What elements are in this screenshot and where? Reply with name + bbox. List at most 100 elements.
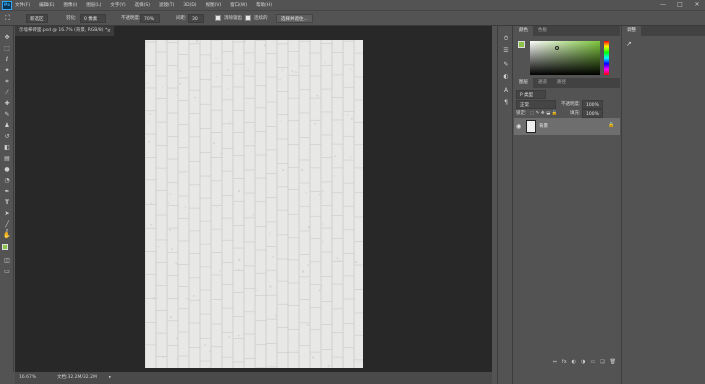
zoom-level[interactable]: 16.67% — [19, 372, 36, 384]
delete-layer-icon[interactable]: 🗑 — [610, 357, 616, 367]
status-menu-arrow-icon[interactable]: ▸ — [109, 372, 111, 384]
white-brick-wall-image — [145, 40, 363, 368]
color-panel-tabs: 颜色 色板 — [514, 26, 620, 36]
edit-toolbar-icon[interactable]: ··· — [2, 233, 12, 242]
add-mask-icon[interactable]: ◐ — [572, 357, 576, 367]
menu-window[interactable]: 窗口(W) — [230, 2, 247, 8]
pen-tool-icon[interactable]: ✒ — [2, 187, 12, 196]
color-picker-cursor[interactable] — [555, 46, 559, 50]
clone-stamp-tool-icon[interactable]: ♟ — [2, 121, 12, 130]
magic-wand-tool-icon[interactable]: ✦ — [2, 66, 12, 75]
properties-panel-icon[interactable]: ☰ — [501, 46, 511, 55]
menu-file[interactable]: 文件(F) — [15, 2, 30, 8]
path-selection-tool-icon[interactable]: ➤ — [2, 209, 12, 218]
opacity-label: 不透明度: — [121, 16, 141, 21]
blur-tool-icon[interactable]: ● — [2, 165, 12, 174]
menu-layer[interactable]: 图层(L) — [86, 2, 101, 8]
maximize-button[interactable]: □ — [676, 1, 684, 9]
contiguous-label: 连续的 — [254, 16, 268, 21]
spacing-input[interactable]: 30 — [188, 14, 204, 23]
menu-bar: Ps 文件(F) 编辑(E) 图像(I) 图层(L) 文字(Y) 选择(S) 滤… — [0, 0, 705, 10]
contiguous-checkbox[interactable] — [245, 15, 251, 21]
photoshop-logo: Ps — [2, 0, 12, 10]
anti-alias-label: 消除锯齿 — [224, 16, 242, 21]
new-layer-icon[interactable]: ❏ — [600, 357, 604, 367]
paragraph-panel-icon[interactable]: ¶ — [501, 98, 511, 107]
layer-kind-filter[interactable]: P 类型 — [516, 90, 546, 99]
menu-view[interactable]: 视图(V) — [206, 2, 222, 8]
menu-filter[interactable]: 滤镜(T) — [159, 2, 174, 8]
visibility-eye-icon[interactable]: ◉ — [516, 123, 521, 130]
menu-help[interactable]: 帮助(H) — [256, 2, 272, 8]
document-size-info: 文档:32.2M/32.2M — [57, 375, 97, 380]
new-group-icon[interactable]: ▭ — [590, 357, 595, 367]
menu-edit[interactable]: 编辑(E) — [39, 2, 54, 8]
screen-mode-icon[interactable]: ▭ — [2, 267, 12, 276]
hue-slider[interactable] — [604, 41, 609, 75]
tool-preset-icon[interactable]: ⛶ — [5, 14, 10, 23]
tab-swatches[interactable]: 色板 — [533, 26, 552, 36]
move-tool-icon[interactable]: ✥ — [2, 33, 12, 42]
select-and-mask-button[interactable]: 选择并遮住... — [276, 14, 313, 23]
tab-channels[interactable]: 通道 — [533, 78, 552, 88]
layer-opacity-input[interactable]: 100% — [582, 100, 603, 109]
layer-thumbnail — [526, 120, 536, 133]
layer-style-icon[interactable]: fx — [562, 357, 567, 367]
adjustment-layer-icon[interactable]: ◑ — [581, 357, 585, 367]
eraser-tool-icon[interactable]: ◧ — [2, 143, 12, 152]
brush-tool-icon[interactable]: ✎ — [2, 110, 12, 119]
window-controls: — □ ✕ — [659, 1, 701, 9]
panel-icon-strip: ⏱ ☰ ✎ ◐ A ¶ — [497, 26, 513, 384]
image-canvas[interactable] — [145, 40, 363, 368]
menu-3d[interactable]: 3D(D) — [183, 3, 196, 8]
feather-input[interactable]: 0 像素 — [80, 14, 106, 23]
lock-icons[interactable]: ⬚ ✎ ✥ ⬓ 🔒 — [530, 109, 557, 118]
marquee-tool-icon[interactable]: ⬚ — [2, 44, 12, 53]
lasso-tool-icon[interactable]: ℓ — [2, 55, 12, 64]
type-tool-icon[interactable]: T — [2, 198, 12, 207]
document-tab[interactable]: 示墙拳砖面.psd @ 16.7% (背景, RGB/8) * × — [15, 26, 115, 36]
tab-adjustments[interactable]: 调整 — [622, 26, 641, 36]
layer-lock-icon: 🔒 — [608, 122, 615, 128]
brush-panel-icon[interactable]: ✎ — [501, 60, 511, 69]
character-panel-icon[interactable]: A — [501, 86, 511, 95]
layers-footer: ⇔ fx ◐ ◑ ▭ ❏ 🗑 — [514, 357, 620, 367]
close-document-icon[interactable]: × — [107, 26, 111, 36]
blend-mode-dropdown[interactable]: 正常 — [516, 100, 556, 109]
foreground-color-swatch[interactable] — [2, 244, 8, 250]
opacity-input[interactable]: 70% — [140, 14, 160, 23]
healing-brush-tool-icon[interactable]: ✚ — [2, 99, 12, 108]
adjustments-panel: 调整 ↗ — [621, 26, 705, 384]
toolbar: ✥ ⬚ ℓ ✦ ⌗ ⁄ ✚ ✎ ♟ ↺ ◧ ▤ ● ◔ ✒ T ➤ ╱ ✋ ⌕ … — [0, 26, 14, 372]
tab-color[interactable]: 颜色 — [514, 26, 533, 36]
color-panel-foreground-swatch[interactable] — [518, 41, 525, 48]
close-button[interactable]: ✕ — [693, 1, 701, 9]
history-brush-tool-icon[interactable]: ↺ — [2, 132, 12, 141]
dodge-tool-icon[interactable]: ◔ — [2, 176, 12, 185]
history-panel-icon[interactable]: ⏱ — [501, 34, 511, 43]
right-panel: 颜色 色板 图层 通道 路径 P 类型 正常 不透明度: 100% 锁定: ⬚ … — [514, 26, 620, 384]
layer-row-background[interactable]: ◉ 背景 🔒 — [514, 118, 620, 135]
status-bar: 16.67% 文档:32.2M/32.2M ▸ — [15, 372, 492, 384]
menu-image[interactable]: 图像(I) — [63, 2, 77, 8]
tab-paths[interactable]: 路径 — [552, 78, 571, 88]
menu-select[interactable]: 选择(S) — [135, 2, 150, 8]
adjust-panel-icon[interactable]: ◐ — [501, 72, 511, 81]
lock-label: 锁定: — [516, 111, 527, 116]
curves-adjust-icon[interactable]: ↗ — [626, 40, 632, 48]
eyedropper-tool-icon[interactable]: ⁄ — [2, 88, 12, 97]
spacing-label: 间距: — [176, 16, 187, 21]
crop-tool-icon[interactable]: ⌗ — [2, 77, 12, 86]
anti-alias-checkbox[interactable] — [215, 15, 221, 21]
gradient-tool-icon[interactable]: ▤ — [2, 154, 12, 163]
link-layers-icon[interactable]: ⇔ — [553, 357, 557, 367]
selection-mode-dropdown[interactable]: 新选区 — [26, 14, 48, 23]
fill-label: 填充: — [570, 111, 581, 116]
document-tab-title: 示墙拳砖面.psd @ 16.7% (背景, RGB/8) * — [19, 28, 108, 33]
tab-layers[interactable]: 图层 — [514, 78, 533, 88]
minimize-button[interactable]: — — [659, 1, 667, 9]
menu-type[interactable]: 文字(Y) — [110, 2, 125, 8]
fill-input[interactable]: 100% — [582, 109, 603, 118]
color-picker-field[interactable] — [530, 41, 600, 75]
quick-mask-icon[interactable]: ◫ — [2, 256, 12, 265]
